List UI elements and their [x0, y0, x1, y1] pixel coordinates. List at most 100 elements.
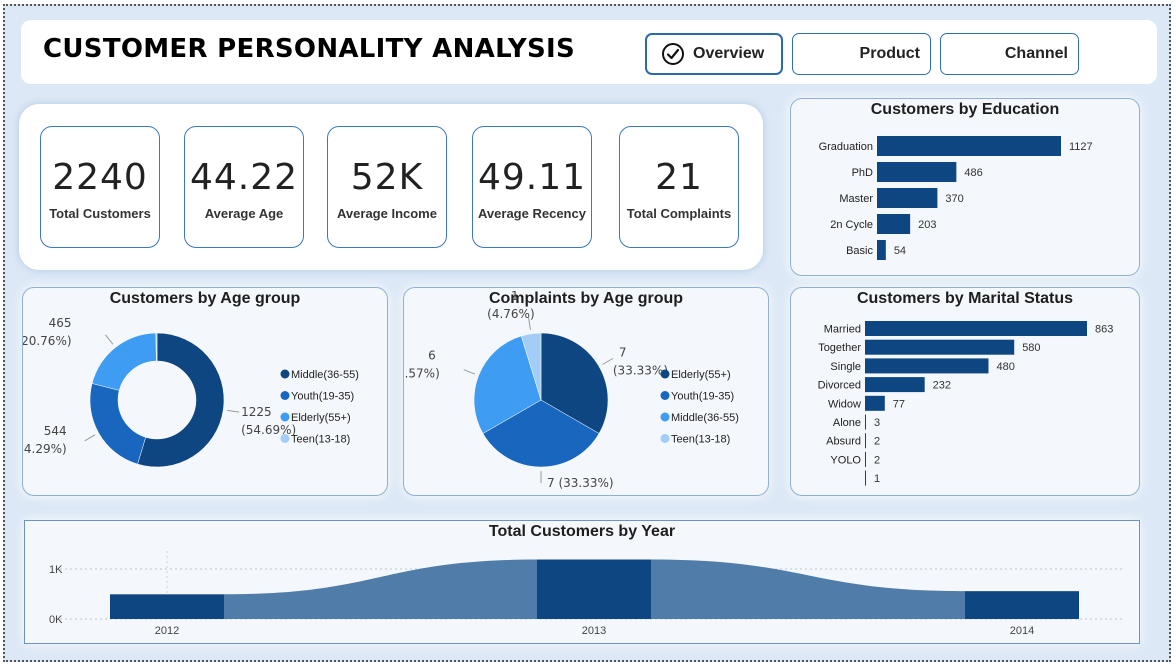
age-group-donut-chart: 1225 (54.69%) 544 (24.29%) 465 (20.76%) Middle…: [23, 316, 359, 468]
bar: [877, 136, 1061, 156]
data-label: 1127: [1069, 141, 1093, 153]
data-label: 77: [893, 398, 905, 410]
category-label: Together: [818, 342, 861, 354]
overview-nav-button[interactable]: Overview: [645, 33, 783, 75]
legend-label: Middle(36-55): [671, 412, 739, 424]
bar: [865, 377, 925, 393]
kpi-card-average-income: 52K Average Income: [327, 126, 447, 248]
data-label: 3: [874, 417, 880, 429]
check-circle-icon: [662, 43, 684, 65]
pie-slice: [89, 383, 146, 465]
bar: [865, 470, 866, 486]
data-label-value: 1: [511, 289, 519, 303]
pie-slice: [155, 332, 158, 362]
category-label: Absurd: [826, 436, 861, 448]
bar: [877, 188, 938, 208]
bar: [877, 162, 957, 182]
data-label: 2: [874, 436, 880, 448]
channel-nav-button[interactable]: Channel: [940, 33, 1079, 75]
kpi-card-average-recency: 49.11 Average Recency: [472, 126, 592, 248]
marital-status-chart-panel: Customers by Marital Status Married 863 To…: [790, 287, 1140, 496]
data-label: 480: [996, 361, 1014, 373]
category-label: Master: [839, 193, 873, 205]
data-label-value: 465: [49, 316, 72, 330]
kpi-value: 2240: [52, 157, 148, 198]
kpi-card-average-age: 44.22 Average Age: [184, 126, 304, 248]
legend-label: Teen(13-18): [671, 434, 730, 446]
category-label: YOLO: [830, 454, 861, 466]
kpi-label: Total Customers: [49, 206, 151, 221]
product-nav-button[interactable]: Product: [792, 33, 931, 75]
bar: [865, 414, 866, 430]
kpi-card-total-customers: 2240 Total Customers: [40, 126, 160, 248]
category-label: Widow: [828, 398, 861, 410]
kpi-value: 49.11: [477, 157, 587, 198]
category-label: 2n Cycle: [830, 219, 873, 231]
data-label-value: 1225: [241, 405, 272, 419]
kpi-label: Average Age: [204, 206, 284, 221]
kpi-label: Average Income: [337, 206, 437, 221]
y-tick-label: 1K: [49, 564, 63, 576]
category-label: Alone: [833, 417, 861, 429]
bar: [865, 451, 866, 467]
data-label: 2: [874, 454, 880, 466]
data-label-percent: (20.76%): [23, 334, 72, 348]
bar: [865, 395, 885, 411]
data-label-value: 7: [619, 346, 627, 360]
education-bar-chart: Graduation 1127 PhD 486 Master 370 2n Cycle 203…: [819, 136, 1093, 260]
data-label: 54: [894, 245, 906, 257]
marital-status-bar-chart: Married 863Together 580Single 480Divorced 23…: [818, 321, 1113, 486]
leader-line: [227, 409, 240, 413]
leader-line: [84, 434, 96, 442]
leader-line: [463, 369, 476, 375]
complaints-chart-panel: Complaints by Age group 7 (33.33%) 7 (33.3…: [403, 287, 769, 496]
year-bar: [537, 559, 651, 619]
legend-marker: [280, 391, 290, 400]
data-label: 203: [918, 219, 936, 231]
x-tick-label: 2013: [582, 625, 606, 637]
data-label-value: 544: [44, 424, 67, 438]
data-label-percent: (4.76%): [487, 307, 534, 321]
kpi-card-total-complaints: 21 Total Complaints: [619, 126, 739, 248]
data-label-percent: (54.69%): [241, 423, 296, 437]
year-chart-panel: Total Customers by Year 1K 0K 2012 2013 2014: [24, 520, 1140, 644]
category-label: PhD: [852, 167, 873, 179]
legend-label: Middle(36-55): [291, 369, 359, 381]
year-bar: [965, 591, 1079, 619]
category-label: Single: [830, 361, 861, 373]
overview-nav-label: Overview: [693, 45, 765, 62]
legend-marker: [660, 369, 670, 379]
kpi-value: 44.22: [189, 157, 299, 198]
kpi-label: Average Recency: [478, 206, 586, 221]
bar: [877, 214, 911, 234]
data-label: 1: [874, 473, 880, 485]
data-label: 863: [1095, 324, 1113, 336]
data-label-percent: (33.33%): [613, 364, 668, 378]
legend-label: Youth(19-35): [671, 391, 734, 403]
legend-marker: [280, 412, 290, 422]
header-bar: CUSTOMER PERSONALITY ANALYSIS Overview P…: [21, 20, 1157, 84]
legend-label: Youth(19-35): [291, 391, 354, 403]
legend-label: Teen(13-18): [291, 434, 350, 446]
category-label: Graduation: [819, 141, 873, 153]
category-label: Married: [824, 324, 861, 336]
legend-marker: [280, 369, 290, 379]
category-label: Basic: [846, 245, 873, 257]
legend-marker: [660, 391, 670, 400]
dashboard-canvas: CUSTOMER PERSONALITY ANALYSIS Overview P…: [3, 4, 1171, 662]
product-nav-label: Product: [859, 45, 920, 62]
data-label: 580: [1022, 342, 1040, 354]
kpi-label: Total Complaints: [626, 206, 732, 221]
leader-line: [602, 358, 614, 365]
year-bar: [110, 594, 224, 619]
legend-label: Elderly(55+): [291, 412, 351, 424]
y-tick-label: 0K: [49, 614, 63, 626]
kpi-value: 52K: [350, 157, 424, 198]
age-group-chart-panel: Customers by Age group 1225(54.69%)544(2…: [22, 287, 388, 496]
education-chart-panel: Customers by Education Graduation 1127 PhD…: [790, 98, 1140, 276]
bar: [865, 433, 866, 449]
kpi-value: 21: [655, 157, 703, 198]
legend-marker: [280, 434, 290, 443]
kpi-strip: 2240 Total Customers 44.22 Average Age 5…: [19, 104, 763, 270]
legend-marker: [660, 434, 670, 443]
